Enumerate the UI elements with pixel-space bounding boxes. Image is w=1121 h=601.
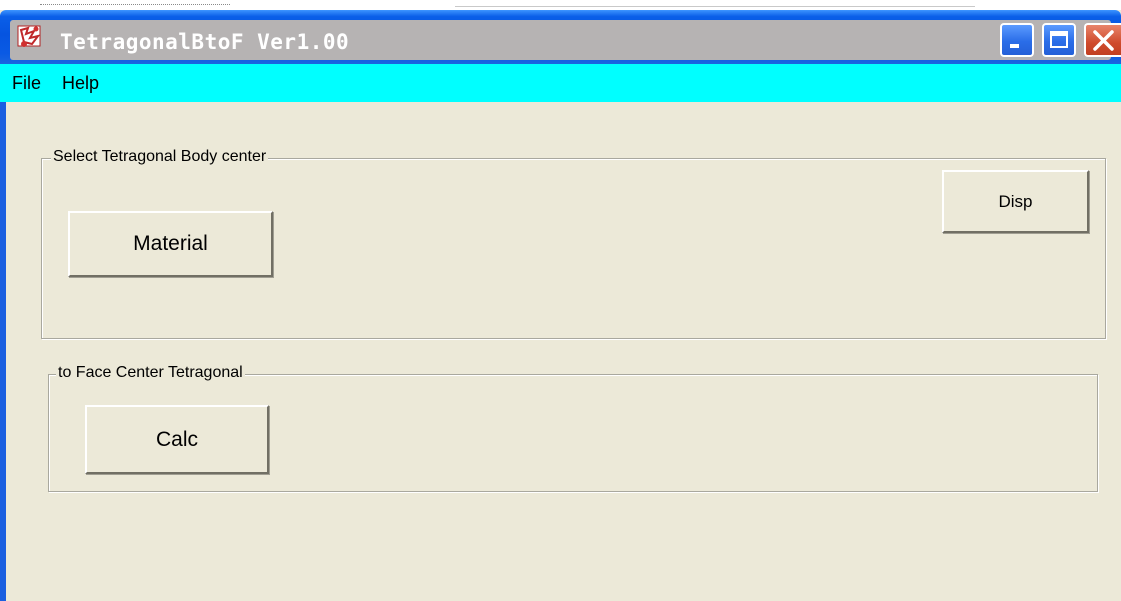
material-button-label: Material (133, 232, 208, 255)
calc-button-label: Calc (155, 427, 198, 451)
groupbox-select-body-center-label: Select Tetragonal Body center (51, 148, 269, 166)
disp-button-label: Disp (998, 191, 1033, 211)
groupbox-face-center-label: to Face Center Tetragonal (56, 364, 245, 382)
calc-button[interactable]: Calc (85, 405, 269, 474)
menu-file[interactable]: File (12, 73, 41, 94)
material-button[interactable]: Material (68, 211, 273, 277)
maximize-icon (1050, 31, 1068, 48)
background-text (40, 0, 230, 5)
app-icon[interactable] (16, 22, 44, 50)
close-icon (1093, 30, 1114, 51)
minimize-icon (1010, 44, 1019, 48)
disp-button[interactable]: Disp (942, 170, 1089, 233)
background-line (455, 6, 975, 7)
window-left-border (0, 102, 6, 601)
maximize-button[interactable] (1042, 23, 1076, 57)
window-title: TetragonalBtoF Ver1.00 (60, 30, 350, 54)
menu-bar: File Help (0, 64, 1121, 102)
minimize-button[interactable] (1000, 23, 1034, 57)
close-button[interactable] (1084, 23, 1121, 57)
menu-help[interactable]: Help (62, 73, 99, 94)
